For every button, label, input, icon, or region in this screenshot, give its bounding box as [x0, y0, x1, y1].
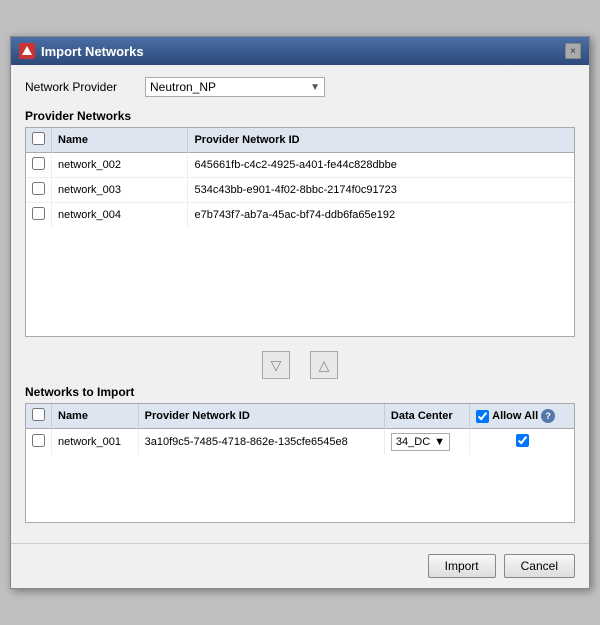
dialog-title: Import Networks	[41, 44, 144, 59]
import-row-checkbox[interactable]	[32, 434, 45, 447]
dc-dropdown-arrow-icon: ▼	[434, 436, 445, 448]
title-bar: Import Networks ×	[11, 37, 589, 65]
provider-header-network-id: Provider Network ID	[188, 128, 574, 153]
allow-all-header-checkbox[interactable]	[476, 410, 489, 423]
provider-network-row: network_003 534c43bb-e901-4f02-8bbc-2174…	[26, 178, 574, 203]
import-header-dc: Data Center	[384, 404, 469, 429]
provider-select-all-checkbox[interactable]	[32, 132, 45, 145]
up-arrow-icon: △	[319, 357, 330, 374]
import-networks-dialog: Import Networks × Network Provider Neutr…	[10, 36, 590, 589]
row-checkbox-cell	[26, 203, 52, 228]
dc-value: 34_DC	[396, 436, 430, 448]
row-name: network_004	[52, 203, 188, 228]
row-network-id: 645661fb-c4c2-4925-a401-fe44c828dbbe	[188, 153, 574, 178]
import-row-name: network_001	[52, 429, 139, 456]
cancel-button[interactable]: Cancel	[504, 554, 575, 578]
row-checkbox-cell	[26, 178, 52, 203]
network-provider-label: Network Provider	[25, 80, 135, 94]
row-name: network_003	[52, 178, 188, 203]
import-networks-table-container: Name Provider Network ID Data Center All…	[25, 403, 575, 523]
import-networks-body: network_001 3a10f9c5-7485-4718-862e-135c…	[26, 429, 574, 456]
down-arrow-icon: ▽	[271, 357, 282, 374]
import-select-all-checkbox[interactable]	[32, 408, 45, 421]
provider-networks-header-row: Name Provider Network ID	[26, 128, 574, 153]
provider-networks-body: network_002 645661fb-c4c2-4925-a401-fe44…	[26, 153, 574, 228]
import-header-allow-all: Allow All ?	[470, 404, 574, 429]
move-down-button[interactable]: ▽	[262, 351, 290, 379]
dc-dropdown[interactable]: 34_DC ▼	[391, 433, 450, 451]
provider-header-checkbox-cell	[26, 128, 52, 153]
row-network-id: 534c43bb-e901-4f02-8bbc-2174f0c91723	[188, 178, 574, 203]
provider-networks-title: Provider Networks	[25, 109, 575, 123]
network-provider-dropdown[interactable]: Neutron_NP ▼	[145, 77, 325, 97]
footer-row: Import Cancel	[11, 543, 589, 588]
import-row-network-id: 3a10f9c5-7485-4718-862e-135cfe6545e8	[138, 429, 384, 456]
network-provider-row: Network Provider Neutron_NP ▼	[25, 77, 575, 97]
import-networks-table: Name Provider Network ID Data Center All…	[26, 404, 574, 455]
allow-all-info-icon: ?	[541, 409, 555, 423]
title-bar-left: Import Networks	[19, 43, 144, 59]
provider-network-row: network_004 e7b743f7-ab7a-45ac-bf74-ddb6…	[26, 203, 574, 228]
import-row-dc: 34_DC ▼	[384, 429, 469, 456]
import-row-allow	[470, 429, 574, 456]
provider-networks-table: Name Provider Network ID network_002 645…	[26, 128, 574, 227]
provider-networks-table-container: Name Provider Network ID network_002 645…	[25, 127, 575, 337]
allow-checkbox[interactable]	[516, 434, 529, 447]
import-row-checkbox-cell	[26, 429, 52, 456]
network-provider-value: Neutron_NP	[150, 80, 216, 94]
row-checkbox[interactable]	[32, 157, 45, 170]
row-checkbox[interactable]	[32, 182, 45, 195]
dialog-body: Network Provider Neutron_NP ▼ Provider N…	[11, 65, 589, 543]
arrows-row: ▽ △	[25, 345, 575, 385]
row-checkbox[interactable]	[32, 207, 45, 220]
row-checkbox-cell	[26, 153, 52, 178]
import-network-row: network_001 3a10f9c5-7485-4718-862e-135c…	[26, 429, 574, 456]
provider-network-row: network_002 645661fb-c4c2-4925-a401-fe44…	[26, 153, 574, 178]
close-button[interactable]: ×	[565, 43, 581, 59]
row-network-id: e7b743f7-ab7a-45ac-bf74-ddb6fa65e192	[188, 203, 574, 228]
import-header-name: Name	[52, 404, 139, 429]
dropdown-arrow-icon: ▼	[310, 82, 320, 93]
allow-all-label: Allow All	[492, 410, 538, 422]
move-up-button[interactable]: △	[310, 351, 338, 379]
import-button[interactable]: Import	[428, 554, 496, 578]
import-header-row: Name Provider Network ID Data Center All…	[26, 404, 574, 429]
networks-to-import-title: Networks to Import	[25, 385, 575, 399]
dialog-icon	[19, 43, 35, 59]
import-header-checkbox-cell	[26, 404, 52, 429]
provider-header-name: Name	[52, 128, 188, 153]
row-name: network_002	[52, 153, 188, 178]
import-header-network-id: Provider Network ID	[138, 404, 384, 429]
